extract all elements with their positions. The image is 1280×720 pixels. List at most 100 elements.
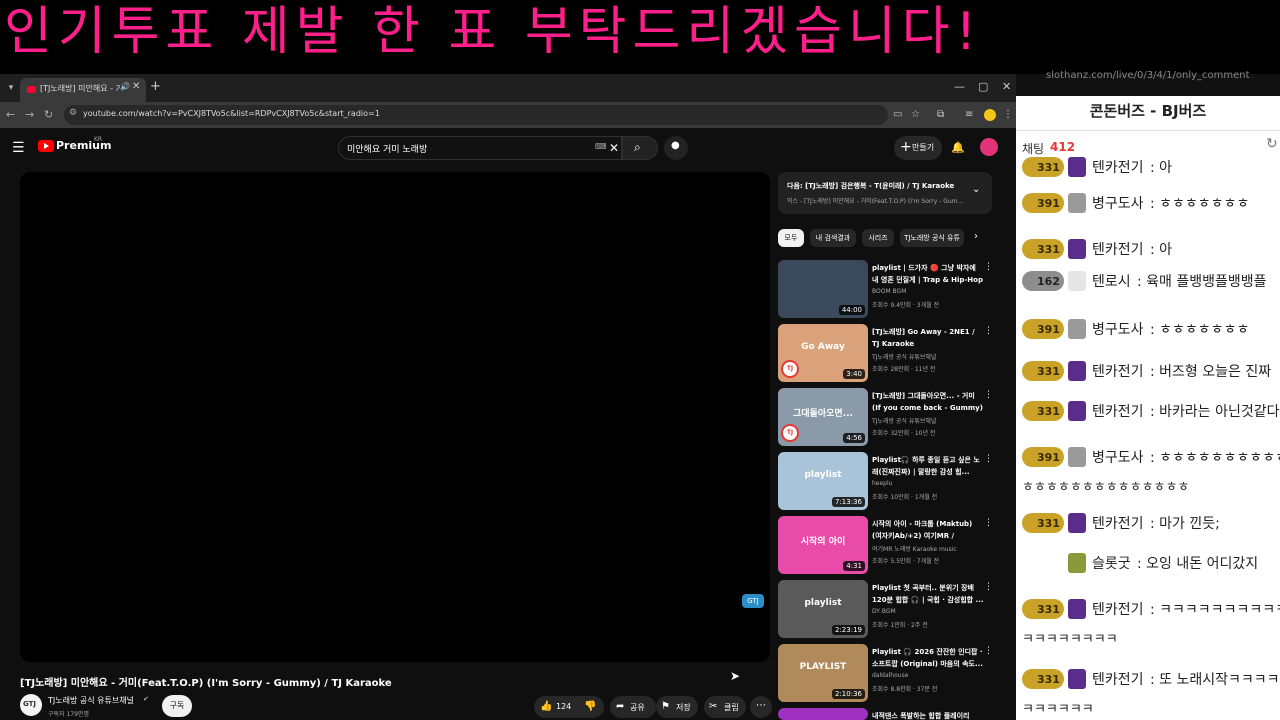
voice-search-button[interactable]: ● <box>664 136 688 160</box>
user-icon <box>1068 271 1086 291</box>
channel-watermark[interactable]: GTJ <box>742 594 764 608</box>
duration: 3:40 <box>843 369 865 379</box>
dislike-icon[interactable]: 👎 <box>584 700 596 714</box>
rec-item[interactable]: playlist 2:23:19 Playlist 첫 곡부터.. 분위기 장배 1… <box>778 580 994 640</box>
rec-thumbnail[interactable]: 44:00 <box>778 260 868 318</box>
youtube-logo-icon[interactable] <box>38 140 54 152</box>
site-info-icon[interactable]: ⚙ <box>69 108 77 118</box>
channel-name[interactable]: TJ노래방 공식 유튜브채널 <box>48 695 134 706</box>
chat-username[interactable]: 텐카전기 <box>1092 361 1144 381</box>
cast-icon[interactable]: ▭ <box>893 108 902 122</box>
tab-youtube[interactable]: [TJ노래방] 미안해요 - 거미 🔊 ✕ <box>20 78 146 102</box>
chat-message: 391 병구도사: ㅎㅎㅎㅎㅎㅎㅎㅎㅎㅎ <box>1022 444 1280 472</box>
chat-username[interactable]: 텐로시 <box>1092 271 1131 291</box>
search-input[interactable]: 미안해요 거미 노래방 ⌨ ✕ <box>338 136 622 160</box>
rec-thumbnail[interactable]: 시작의 아이 4:31 <box>778 516 868 574</box>
rec-thumbnail[interactable]: playlist 2:23:19 <box>778 580 868 638</box>
rec-meta: 조회수 1만회 · 2주 전 <box>872 622 928 629</box>
chip-my-search[interactable]: 내 검색결과 <box>810 229 856 247</box>
rec-thumbnail[interactable] <box>778 708 868 720</box>
clip-button[interactable]: ✂ 클립 <box>704 696 746 718</box>
stream-banner: 인기투표 제발 한 표 부탁드리겠습니다! <box>0 0 1280 74</box>
close-window-button[interactable]: ✕ <box>1002 79 1011 95</box>
chat-username[interactable]: 슬롯굿 <box>1092 553 1131 573</box>
chat-username[interactable]: 텐카전기 <box>1092 513 1144 533</box>
more-vert-icon[interactable]: ⋮ <box>984 262 993 272</box>
mouse-cursor-icon: ➤ <box>730 669 741 683</box>
rec-item-partial[interactable]: 내적댄스 폭발하는 힙합 플레이리 <box>778 708 994 720</box>
clear-search-icon[interactable]: ✕ <box>609 140 619 156</box>
tab-search-icon[interactable]: ▾ <box>4 80 18 96</box>
video-title: [TJ노래방] 미안해요 - 거미(Feat.T.O.P) (I'm Sorry… <box>20 678 392 689</box>
menu-icon[interactable]: ⋮ <box>1003 108 1013 122</box>
reload-button[interactable]: ↻ <box>44 107 53 123</box>
rec-item[interactable]: 그대돌아오면... TJ 4:56 [TJ노래방] 그대돌아오면... - 거미 (I… <box>778 388 994 448</box>
fan-level-badge: 331 <box>1022 401 1064 421</box>
downloads-icon[interactable]: ≡ <box>965 108 973 122</box>
more-actions-button[interactable]: ⋯ <box>750 696 772 718</box>
tab-close-icon[interactable]: ✕ <box>132 81 140 92</box>
profile-icon[interactable] <box>984 109 996 121</box>
hamburger-menu-icon[interactable]: ☰ <box>12 140 25 156</box>
chevron-down-icon[interactable]: ⌄ <box>972 184 980 195</box>
more-vert-icon[interactable]: ⋮ <box>984 454 993 464</box>
chat-username[interactable]: 텐카전기 <box>1092 401 1144 421</box>
back-button[interactable]: ← <box>6 107 15 123</box>
notifications-bell-icon[interactable]: 🔔 <box>951 141 965 154</box>
share-button[interactable]: ➦ 공유 <box>610 696 656 718</box>
rec-channel: BOOM BGM <box>872 288 907 295</box>
chat-username[interactable]: 병구도사 <box>1092 447 1144 467</box>
bookmark-star-icon[interactable]: ☆ <box>911 108 920 122</box>
chevron-right-icon[interactable]: › <box>974 231 978 242</box>
subscribe-button[interactable]: 구독 <box>162 695 192 717</box>
url-field[interactable]: ⚙ youtube.com/watch?v=PvCXJ8TVo5c&list=R… <box>64 105 888 125</box>
like-count[interactable]: 124 <box>556 702 571 711</box>
region-label: KR <box>94 136 103 143</box>
channel-avatar[interactable]: GTJ <box>20 694 42 716</box>
keyboard-icon[interactable]: ⌨ <box>595 142 607 151</box>
like-icon[interactable]: 👍 <box>540 700 552 714</box>
refresh-icon[interactable]: ↻ <box>1266 136 1278 152</box>
chat-username[interactable]: 텐카전기 <box>1092 239 1144 259</box>
more-vert-icon[interactable]: ⋮ <box>984 582 993 592</box>
extensions-icon[interactable]: ⧉ <box>937 108 944 122</box>
up-next-card[interactable]: 다음: [TJ노래방] 검은행복 - T(윤미래) / TJ Karaoke 믹… <box>778 172 992 214</box>
rec-thumbnail[interactable]: Go Away TJ 3:40 <box>778 324 868 382</box>
rec-item[interactable]: Go Away TJ 3:40 [TJ노래방] Go Away - 2NE1 / TJ… <box>778 324 994 384</box>
url-text: youtube.com/watch?v=PvCXJ8TVo5c&list=RDP… <box>83 109 380 118</box>
chip-all[interactable]: 모두 <box>778 229 804 247</box>
new-tab-button[interactable]: + <box>150 79 161 95</box>
rec-title: 시작의 아이 - 마크툽 (Maktub) (여자키Ab/+2) 여기MR / … <box>872 520 973 540</box>
audio-icon[interactable]: 🔊 <box>120 82 130 91</box>
more-vert-icon[interactable]: ⋮ <box>984 326 993 336</box>
save-button[interactable]: ⚑ 저장 <box>656 696 698 718</box>
forward-button[interactable]: → <box>25 107 34 123</box>
tab-title: [TJ노래방] 미안해요 - 거미 <box>40 84 120 93</box>
rec-thumbnail[interactable]: playlist 7:13:36 <box>778 452 868 510</box>
chat-username[interactable]: 병구도사 <box>1092 193 1144 213</box>
video-player[interactable]: GTJ <box>20 172 770 662</box>
search-button[interactable]: ⌕ <box>622 136 658 160</box>
chip-series[interactable]: 시리즈 <box>862 229 894 247</box>
chat-message: 391 병구도사: ㅎㅎㅎㅎㅎㅎㅎ <box>1022 316 1278 344</box>
minimize-button[interactable]: — <box>954 79 965 95</box>
chat-username[interactable]: 텐카전기 <box>1092 669 1144 689</box>
chat-username[interactable]: 병구도사 <box>1092 319 1144 339</box>
youtube-brand[interactable]: Premium <box>56 139 111 152</box>
maximize-button[interactable]: ▢ <box>978 79 988 95</box>
more-vert-icon[interactable]: ⋮ <box>984 518 993 528</box>
chip-channel[interactable]: TJ노래방 공식 유튜 <box>900 229 964 247</box>
account-avatar[interactable] <box>980 138 998 156</box>
rec-item[interactable]: 시작의 아이 4:31 시작의 아이 - 마크툽 (Maktub) (여자키Ab/+… <box>778 516 994 576</box>
rec-item[interactable]: playlist 7:13:36 Playlist🎧 하루 종일 듣고 싶은 노래(… <box>778 452 994 512</box>
chat-username[interactable]: 텐카전기 <box>1092 599 1144 619</box>
more-vert-icon[interactable]: ⋮ <box>984 646 993 656</box>
chat-username[interactable]: 텐카전기 <box>1092 157 1144 177</box>
rec-item[interactable]: PLAYLIST 2:10:36 Playlist 🎧 2026 잔잔한 인디팝 ·… <box>778 644 994 704</box>
more-vert-icon[interactable]: ⋮ <box>984 390 993 400</box>
create-button[interactable]: + 만들기 <box>894 136 942 160</box>
save-label: 저장 <box>676 703 691 712</box>
rec-item[interactable]: 44:00 playlist | 드가자 🔴 그냥 박자에 내 영혼 던질게 | … <box>778 260 994 320</box>
rec-thumbnail[interactable]: 그대돌아오면... TJ 4:56 <box>778 388 868 446</box>
rec-thumbnail[interactable]: PLAYLIST 2:10:36 <box>778 644 868 702</box>
